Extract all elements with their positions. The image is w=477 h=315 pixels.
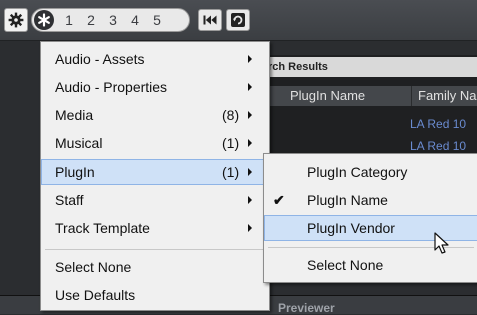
menu-item-label: Select None xyxy=(55,259,132,275)
column-header-family-name[interactable]: Family Na xyxy=(411,86,477,106)
mouse-cursor-icon xyxy=(434,232,449,254)
rating-1[interactable]: 1 xyxy=(58,12,80,28)
menu-item-label: Staff xyxy=(55,192,84,208)
menu-item-count: (1) xyxy=(222,164,240,180)
submenu-arrow-icon xyxy=(248,224,252,232)
menu-item-label: PlugIn Vendor xyxy=(307,220,395,236)
menu-item-label: PlugIn xyxy=(55,164,95,180)
menu-item-label: Audio - Properties xyxy=(55,79,168,95)
plugin-submenu: PlugIn Category ✔ PlugIn Name PlugIn Ven… xyxy=(263,153,477,283)
refresh-icon xyxy=(231,13,245,27)
rating-3[interactable]: 3 xyxy=(102,12,124,28)
menu-item-select-none[interactable]: Select None xyxy=(41,254,269,280)
menu-item-label: Track Template xyxy=(55,220,150,236)
submenu-item-plugin-category[interactable]: PlugIn Category xyxy=(264,159,477,185)
submenu-arrow-icon xyxy=(248,139,252,147)
menu-item-audio-assets[interactable]: Audio - Assets xyxy=(41,46,269,72)
menu-item-count: (8) xyxy=(222,107,240,123)
menu-item-label: Use Defaults xyxy=(55,287,136,303)
submenu-arrow-icon xyxy=(248,111,252,119)
column-header-plugin-name[interactable]: PlugIn Name xyxy=(290,86,365,106)
menu-item-track-template[interactable]: Track Template xyxy=(41,215,269,241)
menu-item-audio-properties[interactable]: Audio - Properties xyxy=(41,74,269,100)
rewind-button[interactable] xyxy=(198,9,222,31)
menu-item-label: Select None xyxy=(307,257,384,273)
submenu-item-plugin-name[interactable]: ✔ PlugIn Name xyxy=(264,187,477,213)
results-column-headers: PlugIn Name Family Na xyxy=(262,86,477,106)
top-toolbar: 1 2 3 4 5 xyxy=(0,0,477,41)
settings-button[interactable] xyxy=(4,8,28,32)
menu-item-count: (1) xyxy=(222,135,240,151)
search-results-title: rch Results xyxy=(262,57,477,77)
submenu-arrow-icon xyxy=(248,168,252,176)
rating-filter: 1 2 3 4 5 xyxy=(31,8,190,32)
menu-item-staff[interactable]: Staff xyxy=(41,187,269,213)
result-row-family[interactable]: LA Red 10 xyxy=(410,117,466,131)
gear-icon xyxy=(8,12,24,28)
menu-separator xyxy=(45,249,265,250)
menu-item-label: Musical xyxy=(55,135,103,151)
rating-star-button[interactable] xyxy=(34,10,54,30)
filter-menu: Audio - Assets Audio - Properties Media … xyxy=(40,41,270,311)
menu-item-media[interactable]: Media (8) xyxy=(41,102,269,128)
submenu-arrow-icon xyxy=(248,55,252,63)
result-row-family[interactable]: LA Red 10 xyxy=(410,139,466,153)
menu-item-use-defaults[interactable]: Use Defaults xyxy=(41,282,269,308)
menu-item-label: PlugIn Category xyxy=(307,164,408,180)
rating-4[interactable]: 4 xyxy=(124,12,146,28)
menu-item-label: Audio - Assets xyxy=(55,51,145,67)
refresh-button[interactable] xyxy=(226,9,250,31)
asterisk-icon xyxy=(38,13,50,27)
menu-item-label: PlugIn Name xyxy=(307,192,388,208)
menu-item-label: Media xyxy=(55,107,94,123)
submenu-arrow-icon xyxy=(248,196,252,204)
submenu-arrow-icon xyxy=(248,83,252,91)
menu-item-plugin[interactable]: PlugIn (1) xyxy=(41,159,269,185)
checkmark-icon: ✔ xyxy=(273,192,285,208)
rating-2[interactable]: 2 xyxy=(80,12,102,28)
skip-to-start-icon xyxy=(203,15,217,25)
rating-5[interactable]: 5 xyxy=(146,12,168,28)
menu-item-musical[interactable]: Musical (1) xyxy=(41,130,269,156)
